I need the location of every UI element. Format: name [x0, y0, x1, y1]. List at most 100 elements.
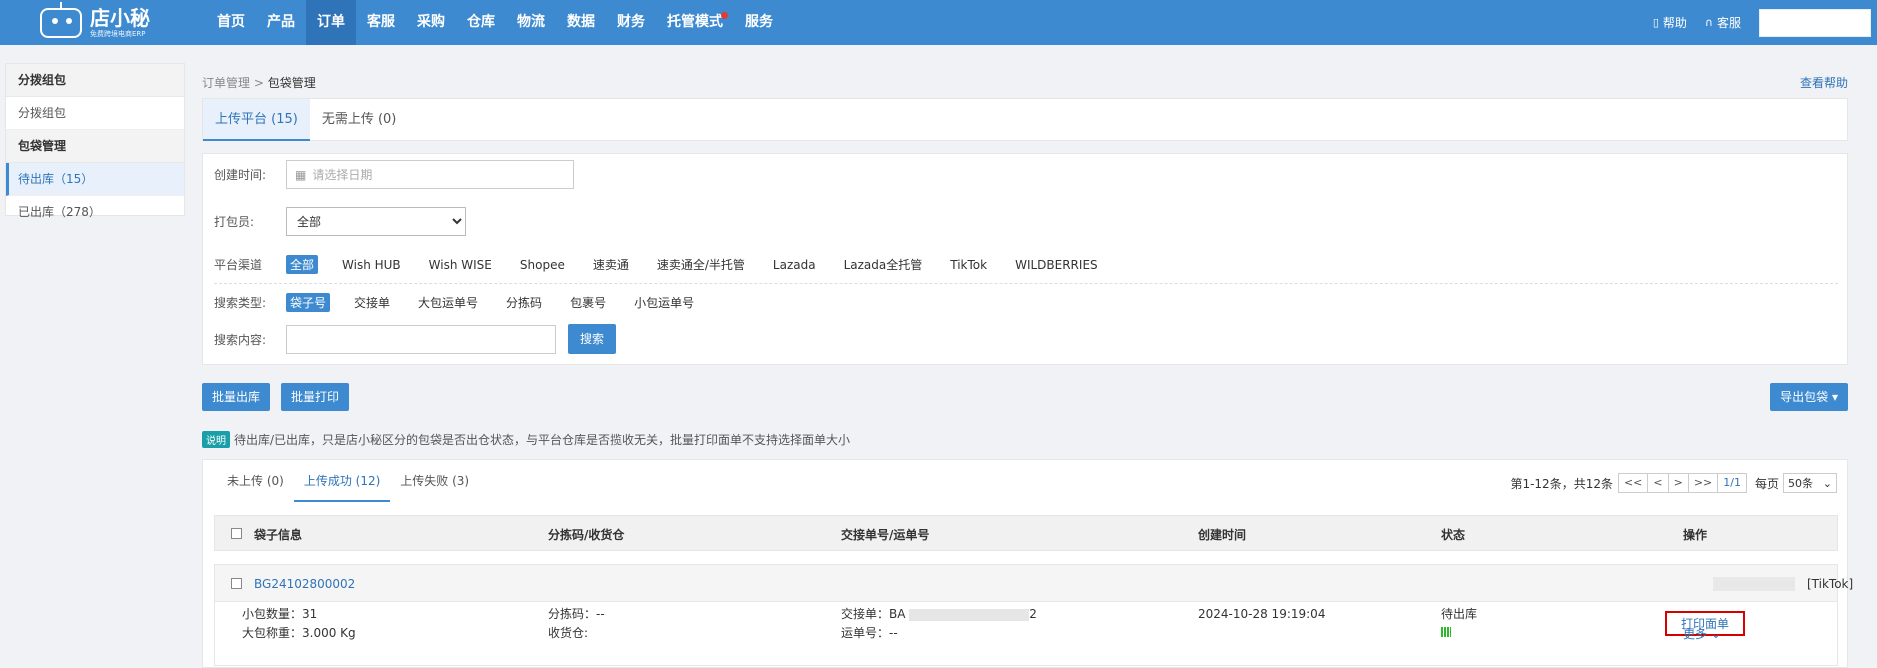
batch-out-button[interactable]: 批量出库	[202, 383, 271, 411]
nav-purchase[interactable]: 采购	[406, 0, 456, 45]
chevron-down-icon: ⌄	[1710, 627, 1721, 641]
sort-code: 分拣码：--	[548, 607, 605, 621]
customer-service-link[interactable]: ∩ 客服	[1705, 14, 1741, 31]
nav-finance[interactable]: 财务	[606, 0, 656, 45]
th-handover: 交接单号/运单号	[841, 528, 930, 542]
note-text: 待出库/已出库，只是店小秘区分的包袋是否出仓状态，与平台仓库是否揽收无关，批量打…	[234, 433, 851, 447]
tab-upload-platform[interactable]: 上传平台 (15)	[203, 99, 310, 141]
row-header: BG24102800002 [TikTok]	[215, 565, 1853, 602]
nav-services[interactable]: 服务	[734, 0, 784, 45]
row-checkbox[interactable]	[231, 578, 242, 589]
pagination-info: 第1-12条，共12条	[1510, 476, 1613, 491]
table-header: 袋子信息 分拣码/收货仓 交接单号/运单号 创建时间 状态 操作	[214, 515, 1838, 551]
chevron-down-icon: ▾	[1831, 390, 1838, 404]
help-link-label: 帮助	[1662, 16, 1687, 30]
nav-customer-service[interactable]: 客服	[356, 0, 406, 45]
packer-label: 打包员:	[214, 215, 255, 229]
next-page-button[interactable]: >	[1667, 473, 1689, 493]
prev-page-button[interactable]: <	[1647, 473, 1669, 493]
nav-logistics[interactable]: 物流	[506, 0, 556, 45]
last-page-button[interactable]: >>	[1687, 473, 1719, 493]
platform-aliexpress[interactable]: 速卖通	[589, 255, 633, 274]
th-sort-code: 分拣码/收货仓	[548, 528, 625, 542]
bag-info-cell: 小包数量：31 大包称重：3.000 Kg	[242, 605, 356, 643]
th-actions: 操作	[1683, 528, 1708, 542]
sidebar-group-bag-management: 包袋管理	[6, 130, 184, 163]
sort-code-cell: 分拣码：-- 收货仓:	[548, 605, 605, 643]
export-bags-button[interactable]: 导出包袋 ▾	[1770, 383, 1848, 411]
platform-tiktok[interactable]: TikTok	[946, 257, 991, 273]
nav-products[interactable]: 产品	[256, 0, 306, 45]
tab-no-upload[interactable]: 无需上传 (0)	[310, 99, 409, 141]
th-created-time: 创建时间	[1198, 528, 1247, 542]
status-subtabs: 未上传 (0) 上传成功 (12) 上传失败 (3)	[217, 460, 479, 502]
nav-orders[interactable]: 订单	[306, 0, 356, 45]
nav-warehouse[interactable]: 仓库	[456, 0, 506, 45]
search-type-handover[interactable]: 交接单	[350, 293, 394, 312]
status-cell: 待出库	[1441, 605, 1477, 643]
platform-wildberries[interactable]: WILDBERRIES	[1011, 257, 1102, 273]
platform-label: 平台渠道	[214, 258, 263, 272]
batch-print-button[interactable]: 批量打印	[281, 383, 350, 411]
barcode-icon	[1441, 627, 1451, 637]
help-link[interactable]: ▯ 帮助	[1653, 14, 1687, 31]
sidebar-item-sorting[interactable]: 分拨组包	[6, 97, 184, 130]
platform-tag: [TikTok]	[1807, 577, 1854, 591]
headset-icon: ∩	[1704, 16, 1713, 29]
platform-shopee[interactable]: Shopee	[516, 257, 569, 273]
user-account-box[interactable]	[1759, 8, 1871, 37]
subtab-not-uploaded[interactable]: 未上传 (0)	[217, 460, 294, 502]
packer-select[interactable]: 全部	[286, 207, 466, 236]
more-actions-dropdown[interactable]: 更多 ⌄	[1683, 625, 1721, 644]
more-actions-label: 更多	[1683, 627, 1708, 641]
subtab-upload-success[interactable]: 上传成功 (12)	[293, 460, 391, 502]
nav-hosted-mode[interactable]: 托管模式	[656, 0, 734, 45]
search-type-sort-code[interactable]: 分拣码	[502, 293, 546, 312]
search-content-label: 搜索内容:	[214, 332, 267, 347]
search-input[interactable]	[286, 324, 556, 354]
bag-weight: 大包称重：3.000 Kg	[242, 626, 356, 640]
platform-wish-wise[interactable]: Wish WISE	[425, 257, 496, 273]
created-time: 2024-10-28 19:19:04	[1198, 607, 1326, 621]
top-navbar: 店小秘 免费跨境电商ERP 首页 产品 订单 客服 采购 仓库 物流 数据 财务…	[0, 0, 1877, 45]
nav-home[interactable]: 首页	[206, 0, 256, 45]
breadcrumb-current: 包袋管理	[267, 76, 316, 90]
first-page-button[interactable]: <<	[1617, 473, 1649, 493]
platform-lazada-hosted[interactable]: Lazada全托管	[840, 255, 927, 274]
search-type-bag-no[interactable]: 袋子号	[286, 293, 331, 312]
main-nav: 首页 产品 订单 客服 采购 仓库 物流 数据 财务 托管模式 服务	[206, 0, 784, 45]
logo[interactable]: 店小秘 免费跨境电商ERP	[40, 2, 200, 40]
redacted-store	[1713, 577, 1795, 591]
th-bag-info: 袋子信息	[254, 528, 303, 542]
status-text: 待出库	[1441, 607, 1478, 621]
platform-all[interactable]: 全部	[286, 255, 319, 274]
search-type-package-no[interactable]: 包裹号	[566, 293, 610, 312]
per-page-label: 每页	[1754, 476, 1779, 491]
view-help-link[interactable]: 查看帮助	[1800, 74, 1848, 91]
per-page-select[interactable]: 50条 ⌄	[1783, 473, 1837, 493]
per-page-value: 50条	[1788, 477, 1813, 490]
platform-aliexpress-hosted[interactable]: 速卖通全/半托管	[653, 255, 749, 274]
upload-tabs: 上传平台 (15) 无需上传 (0)	[202, 98, 1848, 141]
chevron-down-icon: ⌄	[1822, 476, 1832, 490]
sidebar-item-pending[interactable]: 待出库（15）	[6, 163, 184, 196]
search-button[interactable]: 搜索	[568, 324, 617, 354]
subtab-upload-failed[interactable]: 上传失败 (3)	[390, 460, 479, 502]
date-placeholder: 请选择日期	[312, 168, 373, 182]
search-type-big-waybill[interactable]: 大包运单号	[414, 293, 482, 312]
page-number[interactable]: 1/1	[1717, 473, 1747, 493]
sidebar-item-shipped[interactable]: 已出库（278）	[6, 196, 184, 229]
select-all-checkbox[interactable]	[231, 528, 242, 539]
search-type-label: 搜索类型:	[214, 296, 267, 310]
small-count: 小包数量：31	[242, 607, 318, 621]
divider	[214, 283, 1838, 284]
bag-number-link[interactable]: BG24102800002	[254, 577, 355, 591]
search-type-small-waybill[interactable]: 小包运单号	[630, 293, 698, 312]
date-picker[interactable]: ▦ 请选择日期	[286, 160, 574, 189]
robot-logo-icon	[40, 2, 82, 38]
platform-wish-hub[interactable]: Wish HUB	[338, 257, 405, 273]
breadcrumb-parent[interactable]: 订单管理	[202, 76, 250, 90]
platform-lazada[interactable]: Lazada	[769, 257, 820, 273]
nav-data[interactable]: 数据	[556, 0, 606, 45]
breadcrumb-separator: >	[253, 76, 264, 90]
